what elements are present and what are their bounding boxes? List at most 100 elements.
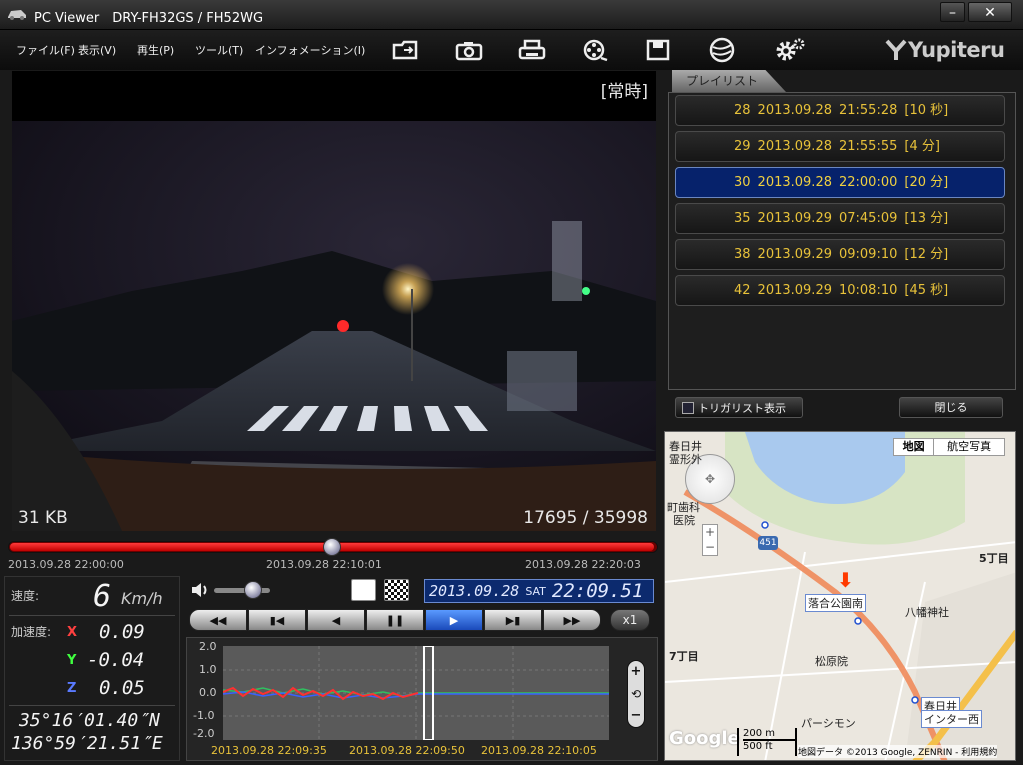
map-label: 5丁目 <box>979 552 1009 565</box>
datetime-time: 22:09.51 <box>551 580 644 602</box>
y-tick-label: -2.0 <box>193 727 215 740</box>
recording-mode-label: [常時] <box>600 82 648 102</box>
x-tick-label: 2013.09.28 22:10:05 <box>481 744 597 757</box>
skip-previous-icon: ▮◀ <box>269 613 285 627</box>
fast-forward-button[interactable]: ▶▶ <box>543 609 601 631</box>
fast-rewind-button[interactable]: ◀◀ <box>189 609 247 631</box>
seek-start-time: 2013.09.28 22:00:00 <box>8 558 124 571</box>
window-title: PC Viewer DRY-FH32GS / FH52WG <box>34 11 264 26</box>
menu-tools[interactable]: ツール(T) <box>195 42 243 58</box>
map-type-toggle: 地図 航空写真 <box>893 438 1005 456</box>
speed-label: 速度: <box>11 589 40 603</box>
map-scale: 200 m 500 ft <box>737 728 797 756</box>
playlist-item-time: 22:00:00 <box>838 175 898 190</box>
checker-view-button[interactable] <box>384 579 409 601</box>
skip-next-icon: ▶▮ <box>505 613 521 627</box>
seek-knob[interactable] <box>323 538 341 556</box>
accel-z-axis-label: Z <box>67 681 77 696</box>
print-icon[interactable] <box>512 34 552 66</box>
gps-latitude: 35°16′01.40″N <box>19 710 160 731</box>
datetime-display: 2013.09.28 SAT 22:09.51 <box>424 579 654 603</box>
graph-zoom-out-button[interactable]: − <box>628 705 644 727</box>
playlist-item-date: 2013.09.28 <box>757 175 832 190</box>
menu-play[interactable]: 再生(P) <box>137 42 174 58</box>
map-zoom-out-button[interactable]: − <box>703 540 717 555</box>
seek-end-time: 2013.09.28 22:20:03 <box>525 558 641 571</box>
tab-playlist[interactable]: プレイリスト <box>672 70 786 92</box>
vehicle-position-marker: ⬇ <box>837 568 854 592</box>
playlist-item[interactable]: 29 2013.09.28 21:55:55 [4 分] <box>675 131 1005 162</box>
datetime-date: 2013.09.28 <box>429 582 520 600</box>
fast-rewind-icon: ◀◀ <box>209 613 227 627</box>
playlist-item-number: 29 <box>734 139 751 154</box>
y-tick-label: 1.0 <box>199 663 217 676</box>
frame-counter: 17695 / 35998 <box>523 508 648 528</box>
divider <box>9 615 175 616</box>
map-view[interactable]: ✥ + − 地図 航空写真 春日井 霊形外 町歯科 医院 5丁目 八幡神社 落合… <box>664 431 1016 761</box>
camera-icon[interactable] <box>449 34 489 66</box>
minimize-button[interactable]: – <box>940 2 965 22</box>
playlist-item-number: 42 <box>734 283 751 298</box>
x-tick-label: 2013.09.28 22:09:50 <box>349 744 465 757</box>
close-button[interactable]: ✕ <box>968 2 1012 22</box>
close-playlist-button[interactable]: 閉じる <box>899 397 1003 418</box>
video-view[interactable]: [常時] 31 KB 17695 / 35998 <box>12 71 656 531</box>
playlist-item[interactable]: 42 2013.09.29 10:08:10 [45 秒] <box>675 275 1005 306</box>
playlist-item[interactable]: 30 2013.09.28 22:00:00 [20 分] <box>675 167 1005 198</box>
menu-file[interactable]: ファイル(F) <box>16 42 75 58</box>
playback-speed-button[interactable]: x1 <box>610 609 650 631</box>
brand-name: Yupiteru <box>908 38 1005 62</box>
graph-plot[interactable] <box>223 646 609 740</box>
graph-zoom-in-button[interactable]: + <box>628 661 644 683</box>
sensor-panel: 速度: 6 Km/h 加速度: X 0.09 Y -0.04 Z 0.05 35… <box>4 576 180 761</box>
speaker-icon[interactable] <box>190 580 210 600</box>
accel-y-value: -0.04 <box>87 649 145 671</box>
settings-gear-icon[interactable] <box>770 34 810 66</box>
brand-logo: Yupiteru <box>884 36 1014 64</box>
volume-knob[interactable] <box>244 581 263 599</box>
seek-mid-time: 2013.09.28 22:10:01 <box>266 558 382 571</box>
playlist-item[interactable]: 35 2013.09.29 07:45:09 [13 分] <box>675 203 1005 234</box>
playlist-item[interactable]: 38 2013.09.29 09:09:10 [12 分] <box>675 239 1005 270</box>
map-label: 医院 <box>673 514 695 527</box>
trigger-list-toggle[interactable]: トリガリスト表示 <box>675 397 803 418</box>
fast-forward-icon: ▶▶ <box>563 613 581 627</box>
map-label: パーシモン <box>801 717 856 730</box>
playlist-item-duration: [4 分] <box>904 139 940 154</box>
map-tab-map[interactable]: 地図 <box>894 439 933 455</box>
accel-x-axis-label: X <box>67 625 78 640</box>
next-button[interactable]: ▶▮ <box>484 609 542 631</box>
playlist-item-time: 21:55:55 <box>838 139 898 154</box>
previous-button[interactable]: ▮◀ <box>248 609 306 631</box>
map-label: 八幡神社 <box>905 606 949 619</box>
menu-bar: ファイル(F) 表示(V) 再生(P) ツール(T) インフォメーション(I) … <box>0 30 1023 70</box>
map-zoom-in-button[interactable]: + <box>703 525 717 540</box>
y-tick-label: 2.0 <box>199 640 217 653</box>
graph-zoom-reset-button[interactable]: ⟲ <box>628 683 644 705</box>
film-reel-icon[interactable] <box>575 34 615 66</box>
google-logo: Google <box>669 728 740 749</box>
map-label: 7丁目 <box>669 650 699 663</box>
step-back-button[interactable]: ◀ <box>307 609 365 631</box>
playlist-item-number: 30 <box>734 175 751 190</box>
save-icon[interactable] <box>638 34 678 66</box>
playlist-item[interactable]: 28 2013.09.28 21:55:28 [10 秒] <box>675 95 1005 126</box>
play-button[interactable]: ▶ <box>425 609 483 631</box>
accel-y-axis-label: Y <box>67 653 77 668</box>
trigger-list-checkbox[interactable] <box>682 401 694 414</box>
compass-icon: ✥ <box>704 472 716 486</box>
app-car-icon <box>8 10 26 20</box>
map-tab-aerial[interactable]: 航空写真 <box>933 439 1004 455</box>
accel-label: 加速度: <box>11 625 52 639</box>
globe-icon[interactable] <box>702 34 742 66</box>
folder-icon[interactable] <box>386 34 426 66</box>
single-view-button[interactable] <box>351 579 376 601</box>
x-tick-label: 2013.09.28 22:09:35 <box>211 744 327 757</box>
menu-information[interactable]: インフォメーション(I) <box>255 42 365 58</box>
datetime-day: SAT <box>525 584 546 598</box>
playlist-item-date: 2013.09.28 <box>757 103 832 118</box>
menu-view[interactable]: 表示(V) <box>78 42 116 58</box>
graph-zoom-group: + ⟲ − <box>627 660 645 728</box>
map-copyright[interactable]: 地図データ ©2013 Google, ZENRIN - 利用規約 <box>798 745 998 758</box>
pause-button[interactable]: ❚❚ <box>366 609 424 631</box>
